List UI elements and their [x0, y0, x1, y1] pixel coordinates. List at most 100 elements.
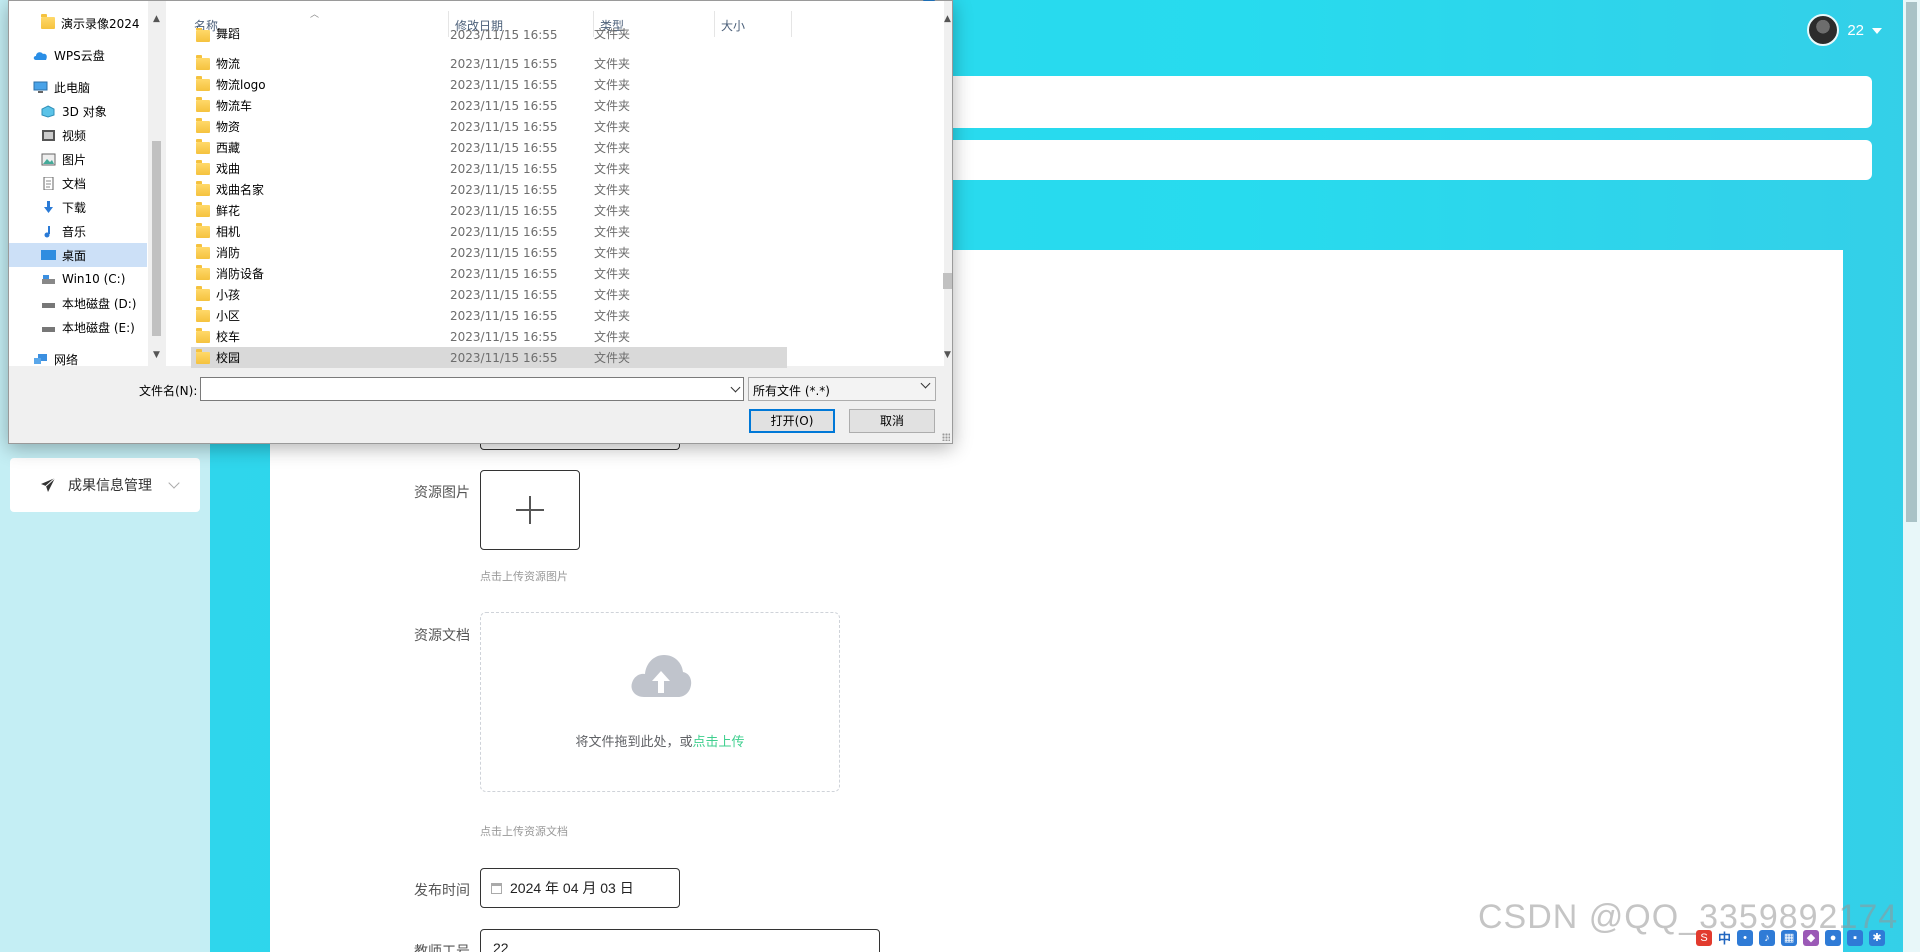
desktop-icon — [41, 249, 56, 260]
filename-history-dropdown[interactable] — [728, 378, 743, 400]
avatar[interactable] — [1807, 14, 1840, 46]
nav-item-3d-objects[interactable]: 3D 对象 — [9, 99, 147, 123]
nav-item-this-pc[interactable]: 此电脑 — [9, 75, 147, 99]
chevron-down-icon[interactable] — [1872, 28, 1882, 34]
filename-input[interactable] — [200, 377, 744, 401]
file-row[interactable]: 物流车 2023/11/15 16:55 文件夹 — [191, 95, 787, 116]
file-row[interactable]: 小孩 2023/11/15 16:55 文件夹 — [191, 284, 787, 305]
pictures-icon — [41, 153, 56, 165]
nav-item-drive-c[interactable]: Win10 (C:) — [9, 267, 147, 291]
file-type-select[interactable]: 所有文件 (*.*) — [748, 377, 936, 401]
file-name: 舞蹈 — [216, 28, 241, 41]
file-name: 物资 — [216, 120, 241, 134]
file-row[interactable]: 戏曲名家 2023/11/15 16:55 文件夹 — [191, 179, 787, 200]
drive-icon — [42, 274, 55, 284]
file-list[interactable]: ︿ 名称 修改日期 类型 大小 舞蹈 2023/11/15 16:55 文件夹 物流 2… — [166, 1, 952, 368]
file-row[interactable]: 物流logo 2023/11/15 16:55 文件夹 — [191, 74, 787, 95]
file-row[interactable]: 消防设备 2023/11/15 16:55 文件夹 — [191, 263, 787, 284]
music-icon — [44, 225, 50, 237]
calendar-icon — [491, 882, 502, 894]
punctuation-icon[interactable]: • — [1737, 929, 1754, 946]
user-name[interactable]: 22 — [1847, 22, 1864, 39]
scroll-up-icon[interactable]: ▲ — [943, 15, 952, 24]
documents-icon — [43, 176, 54, 190]
nav-item-downloads[interactable]: 下载 — [9, 195, 147, 219]
teacher-id-label: 教师工号 — [414, 943, 470, 952]
cancel-button[interactable]: 取消 — [849, 409, 935, 433]
scrollbar-thumb[interactable] — [152, 141, 161, 336]
sogou-icon[interactable]: S — [1696, 929, 1712, 946]
file-row[interactable]: 戏曲 2023/11/15 16:55 文件夹 — [191, 158, 787, 179]
nav-item-wps-cloud[interactable]: WPS云盘 — [9, 43, 147, 67]
skin-icon[interactable]: ◆ — [1803, 929, 1820, 946]
file-row[interactable]: 消防 2023/11/15 16:55 文件夹 — [191, 242, 787, 263]
resize-grip-icon[interactable] — [942, 433, 950, 441]
image-upload-button[interactable] — [480, 470, 580, 550]
file-name: 鲜花 — [216, 204, 241, 218]
nav-item-documents[interactable]: 文档 — [9, 171, 147, 195]
settings-icon[interactable]: ✱ — [1869, 929, 1886, 946]
file-row[interactable]: 物资 2023/11/15 16:55 文件夹 — [191, 116, 787, 137]
nav-item-desktop[interactable]: 桌面 — [9, 243, 147, 267]
ime-mode-label[interactable]: 中 — [1718, 928, 1731, 947]
nav-item-drive-e[interactable]: 本地磁盘 (E:) — [9, 315, 147, 339]
file-name: 戏曲 — [216, 162, 241, 176]
page-scrollbar[interactable] — [1903, 0, 1920, 952]
nav-item-music[interactable]: 音乐 — [9, 219, 147, 243]
apps-icon[interactable]: ▪ — [1847, 929, 1864, 946]
folder-icon — [196, 306, 210, 322]
file-row[interactable]: 校园 2023/11/15 16:55 文件夹 — [191, 347, 787, 368]
file-type: 文件夹 — [594, 351, 631, 365]
file-row[interactable]: 舞蹈 2023/11/15 16:55 文件夹 — [191, 28, 787, 42]
navigation-pane[interactable]: 演示录像2024 WPS云盘 此电脑 3D 对象 视频 图片 文档 下载 音乐 … — [9, 1, 165, 367]
file-row[interactable]: 小区 2023/11/15 16:55 文件夹 — [191, 305, 787, 326]
folder-icon — [41, 14, 55, 29]
list-scrollbar[interactable]: ▲ ▼ — [939, 1, 956, 366]
date-value: 2024 年 04 月 03 日 — [510, 880, 634, 896]
header-card — [940, 76, 1872, 128]
folder-icon — [196, 117, 210, 133]
nav-scrollbar[interactable]: ▲ ▼ — [148, 1, 165, 366]
file-type: 文件夹 — [594, 28, 631, 41]
file-type: 文件夹 — [594, 330, 631, 344]
scrollbar-thumb[interactable] — [943, 273, 952, 289]
nav-item-videos[interactable]: 视频 — [9, 123, 147, 147]
file-type-value: 所有文件 (*.*) — [753, 384, 830, 398]
user-menu[interactable]: 22 — [1807, 14, 1882, 46]
file-name: 校园 — [216, 351, 241, 365]
sort-ascending-icon: ︿ — [310, 10, 320, 20]
video-icon — [42, 129, 55, 141]
teacher-id-field[interactable]: 22 — [480, 929, 880, 952]
nav-item-drive-d[interactable]: 本地磁盘 (D:) — [9, 291, 147, 315]
date-field[interactable]: 2024 年 04 月 03 日 — [480, 868, 680, 908]
nav-item-demo-folder[interactable]: 演示录像2024 — [9, 11, 147, 35]
keyboard-icon[interactable]: ▦ — [1781, 929, 1798, 946]
file-open-dialog[interactable]: 演示录像2024 WPS云盘 此电脑 3D 对象 视频 图片 文档 下载 音乐 … — [8, 0, 953, 444]
file-row[interactable]: 西藏 2023/11/15 16:55 文件夹 — [191, 137, 787, 158]
upload-link[interactable]: 点击上传 — [693, 734, 745, 749]
file-row[interactable]: 鲜花 2023/11/15 16:55 文件夹 — [191, 200, 787, 221]
download-icon — [44, 200, 53, 213]
scroll-up-icon[interactable]: ▲ — [152, 15, 161, 24]
file-row[interactable]: 相机 2023/11/15 16:55 文件夹 — [191, 221, 787, 242]
file-type: 文件夹 — [594, 225, 631, 239]
sidebar-item-results[interactable]: 成果信息管理 — [10, 458, 200, 512]
file-row[interactable]: 物流 2023/11/15 16:55 文件夹 — [191, 53, 787, 74]
game-icon[interactable]: ● — [1825, 929, 1842, 946]
column-divider[interactable] — [791, 11, 792, 37]
file-type: 文件夹 — [594, 120, 631, 134]
nav-item-pictures[interactable]: 图片 — [9, 147, 147, 171]
file-type: 文件夹 — [594, 183, 631, 197]
scroll-down-icon[interactable]: ▼ — [152, 351, 161, 360]
file-date: 2023/11/15 16:55 — [450, 77, 558, 92]
microphone-icon[interactable]: ♪ — [1759, 929, 1776, 946]
file-row[interactable]: 校车 2023/11/15 16:55 文件夹 — [191, 326, 787, 347]
ime-tray[interactable]: S 中 • ♪ ▦ ◆ ● ▪ ✱ — [1696, 928, 1886, 947]
file-type: 文件夹 — [594, 267, 631, 281]
scroll-down-icon[interactable]: ▼ — [943, 351, 952, 360]
file-type: 文件夹 — [594, 288, 631, 302]
document-dropzone[interactable]: 将文件拖到此处，或点击上传 — [480, 612, 840, 792]
nav-item-network[interactable]: 网络 — [9, 347, 147, 371]
scrollbar-thumb[interactable] — [1906, 2, 1917, 522]
open-button[interactable]: 打开(O) — [749, 409, 835, 433]
